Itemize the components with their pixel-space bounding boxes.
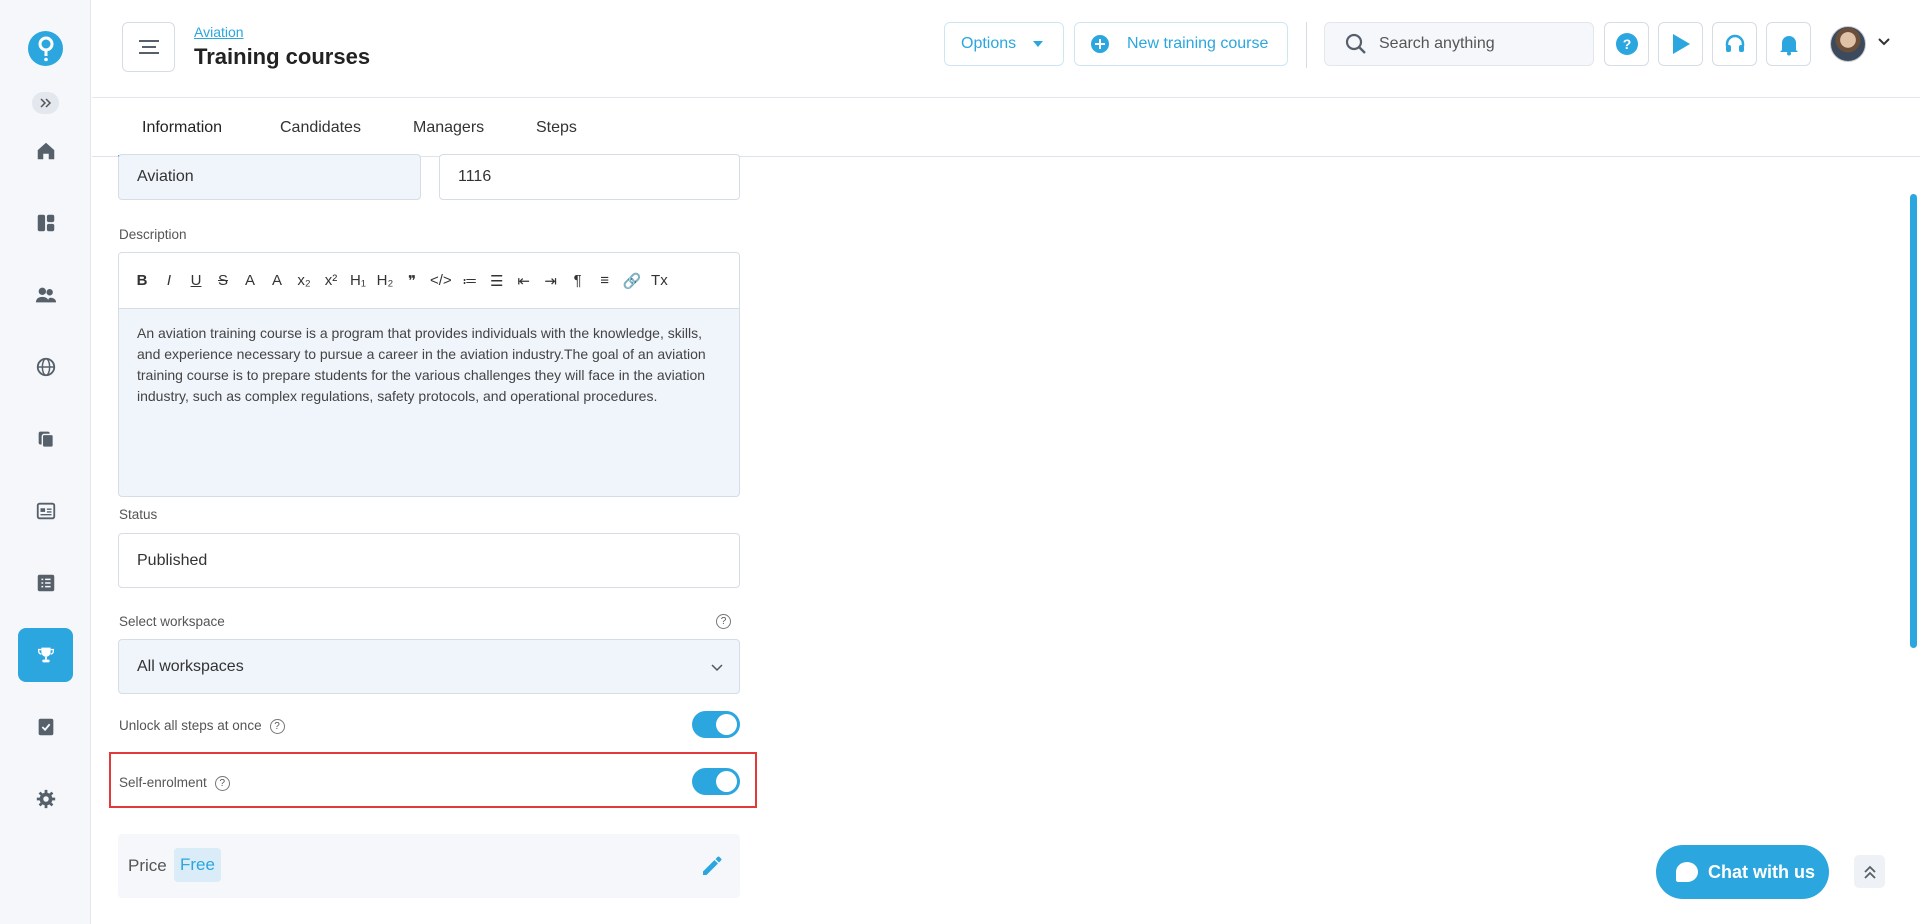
underline-icon[interactable]: U <box>187 272 205 289</box>
workspace-select[interactable]: All workspaces <box>118 639 740 694</box>
caret-down-icon <box>1033 41 1044 47</box>
chevron-down-icon[interactable] <box>1878 38 1890 46</box>
tasks-icon[interactable] <box>18 700 73 754</box>
new-training-course-button[interactable]: New training course <box>1074 22 1288 66</box>
sidebar <box>0 0 91 924</box>
help-button[interactable]: ? <box>1604 22 1649 66</box>
search-placeholder: Search anything <box>1379 35 1495 52</box>
unlock-steps-label: Unlock all steps at once <box>119 718 262 733</box>
superscript-icon[interactable]: x² <box>322 272 340 289</box>
list-icon[interactable] <box>18 556 73 610</box>
chat-with-us-button[interactable]: Chat with us <box>1656 845 1829 899</box>
unlock-steps-row: Unlock all steps at once? <box>119 718 285 734</box>
globe-icon[interactable] <box>18 340 73 394</box>
dashboard-icon[interactable] <box>18 196 73 250</box>
new-course-label: New training course <box>1127 35 1269 52</box>
italic-icon[interactable]: I <box>160 272 178 289</box>
user-avatar[interactable] <box>1830 26 1866 62</box>
bullet-list-icon[interactable]: ☰ <box>488 272 506 290</box>
settings-icon[interactable] <box>18 772 73 826</box>
unlock-help-icon[interactable]: ? <box>269 718 285 734</box>
workspace-value: All workspaces <box>137 657 244 675</box>
ordered-list-icon[interactable]: ≔ <box>461 272 479 290</box>
subscript-icon[interactable]: x₂ <box>295 272 313 289</box>
self-enrolment-row: Self-enrolment? <box>119 775 230 791</box>
outdent-icon[interactable]: ⇤ <box>515 272 533 290</box>
link-icon[interactable]: 🔗 <box>623 272 642 290</box>
play-icon <box>1672 34 1690 54</box>
scroll-to-top-button[interactable] <box>1854 855 1885 888</box>
calendar-icon[interactable] <box>18 484 73 538</box>
options-button[interactable]: Options <box>944 22 1064 66</box>
tab-bar: Information Candidates Managers Steps <box>92 99 1920 157</box>
self-enrolment-toggle[interactable] <box>692 768 740 795</box>
home-icon[interactable] <box>18 124 73 178</box>
status-field[interactable]: Published <box>118 533 740 588</box>
status-label: Status <box>119 507 158 522</box>
scrollbar[interactable] <box>1910 194 1917 648</box>
tab-steps[interactable]: Steps <box>512 99 601 157</box>
paragraph-icon[interactable]: ¶ <box>569 272 587 289</box>
workspace-help-icon[interactable]: ? <box>716 614 731 629</box>
indent-icon[interactable]: ⇥ <box>542 272 560 290</box>
blockquote-icon[interactable]: ❞ <box>403 272 421 290</box>
help-icon: ? <box>1615 33 1638 55</box>
support-button[interactable] <box>1712 22 1757 66</box>
self-enrolment-label: Self-enrolment <box>119 775 207 790</box>
workspace-label: Select workspace <box>119 614 225 629</box>
header-divider <box>1306 22 1307 68</box>
align-icon[interactable]: ≡ <box>596 272 614 289</box>
top-header: Aviation Training courses Options New tr… <box>92 0 1920 98</box>
plus-circle-icon <box>1091 35 1109 53</box>
chat-bubble-icon <box>1676 862 1698 882</box>
options-label: Options <box>961 35 1017 52</box>
bell-icon <box>1779 36 1798 56</box>
breadcrumb-link[interactable]: Aviation <box>194 24 244 40</box>
notifications-button[interactable] <box>1766 22 1811 66</box>
trophy-icon[interactable] <box>18 628 73 682</box>
editor-toolbar: B I U S A Ax₂ x² H₁ H₂ ❞ </> ≔ ☰ ⇤ ⇥ ¶ ≡ 🔗 Tx <box>119 253 739 309</box>
description-editor[interactable]: B I U S A Ax₂ x² H₁ H₂ ❞ </> ≔ ☰ ⇤ ⇥ ¶ ≡ 🔗 Tx An aviation … <box>118 252 740 497</box>
strikethrough-icon[interactable]: S <box>214 272 232 289</box>
headset-icon <box>1725 34 1744 52</box>
search-icon <box>1345 33 1366 54</box>
code-icon[interactable]: </> <box>430 272 452 289</box>
chevron-down-icon <box>711 664 723 672</box>
menu-button[interactable] <box>122 22 175 72</box>
search-input[interactable]: Search anything <box>1324 22 1594 66</box>
chat-label: Chat with us <box>1708 861 1815 882</box>
bold-icon[interactable]: B <box>133 272 151 289</box>
clear-format-icon[interactable]: Tx <box>650 272 668 289</box>
svg-text:?: ? <box>1622 36 1631 52</box>
heading-1-icon[interactable]: H₁ <box>349 272 367 289</box>
price-row: Price Free <box>118 834 740 898</box>
highlight-icon[interactable]: A <box>268 272 286 289</box>
description-text[interactable]: An aviation training course is a program… <box>119 309 739 421</box>
code-field[interactable]: 1116 <box>439 154 740 200</box>
tab-candidates[interactable]: Candidates <box>256 99 385 157</box>
double-chevron-up-icon <box>1863 865 1876 879</box>
play-tutorial-button[interactable] <box>1658 22 1703 66</box>
price-value-badge: Free <box>174 848 221 882</box>
price-label: Price <box>128 856 167 875</box>
unlock-steps-toggle[interactable] <box>692 711 740 738</box>
description-label: Description <box>119 227 187 242</box>
users-icon[interactable] <box>18 268 73 322</box>
documents-icon[interactable] <box>18 412 73 466</box>
pencil-icon[interactable] <box>700 854 724 878</box>
category-field[interactable]: Aviation <box>118 154 421 200</box>
page-title: Training courses <box>194 44 371 69</box>
expand-sidebar-icon[interactable] <box>32 92 59 114</box>
app-logo[interactable] <box>28 31 63 66</box>
self-enrolment-help-icon[interactable]: ? <box>214 775 230 791</box>
tab-managers[interactable]: Managers <box>389 99 508 157</box>
font-color-icon[interactable]: A <box>241 272 259 289</box>
heading-2-icon[interactable]: H₂ <box>376 272 394 289</box>
tab-information[interactable]: Information <box>118 99 247 157</box>
